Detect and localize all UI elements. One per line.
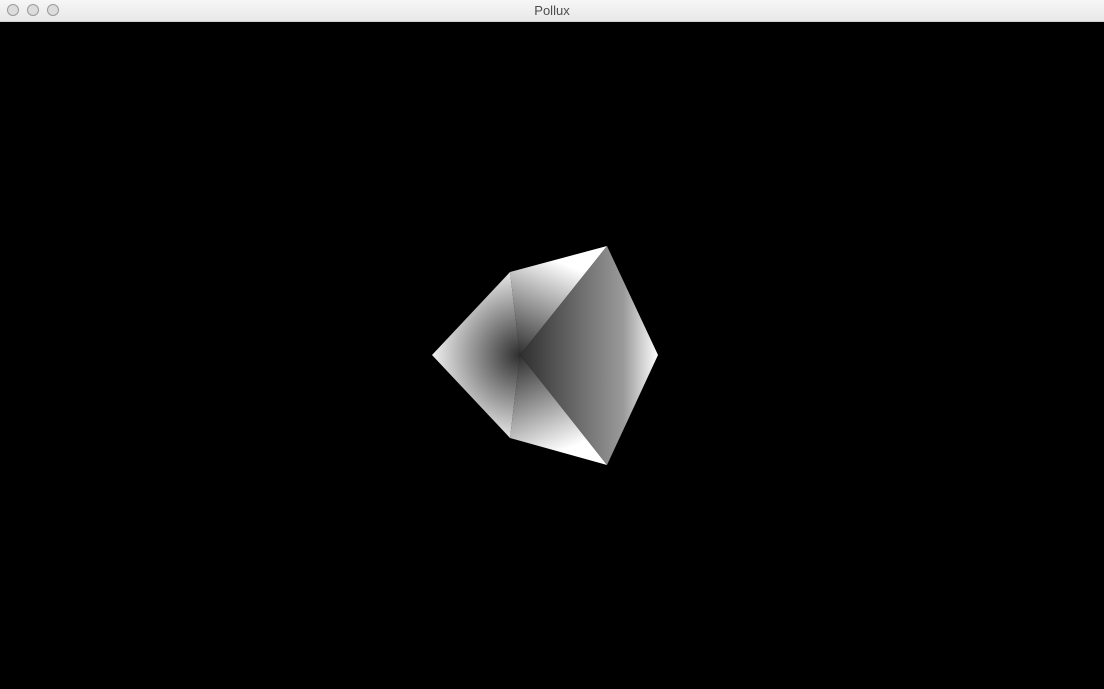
cube-canvas [432,246,658,465]
app-window: Pollux [0,0,1104,689]
cube-face-left-lower [432,355,520,438]
render-viewport[interactable] [0,22,1104,689]
window-title: Pollux [534,3,570,18]
cube-face-left [432,272,520,355]
cube-shape [432,246,658,465]
title-bar[interactable]: Pollux [0,0,1104,22]
